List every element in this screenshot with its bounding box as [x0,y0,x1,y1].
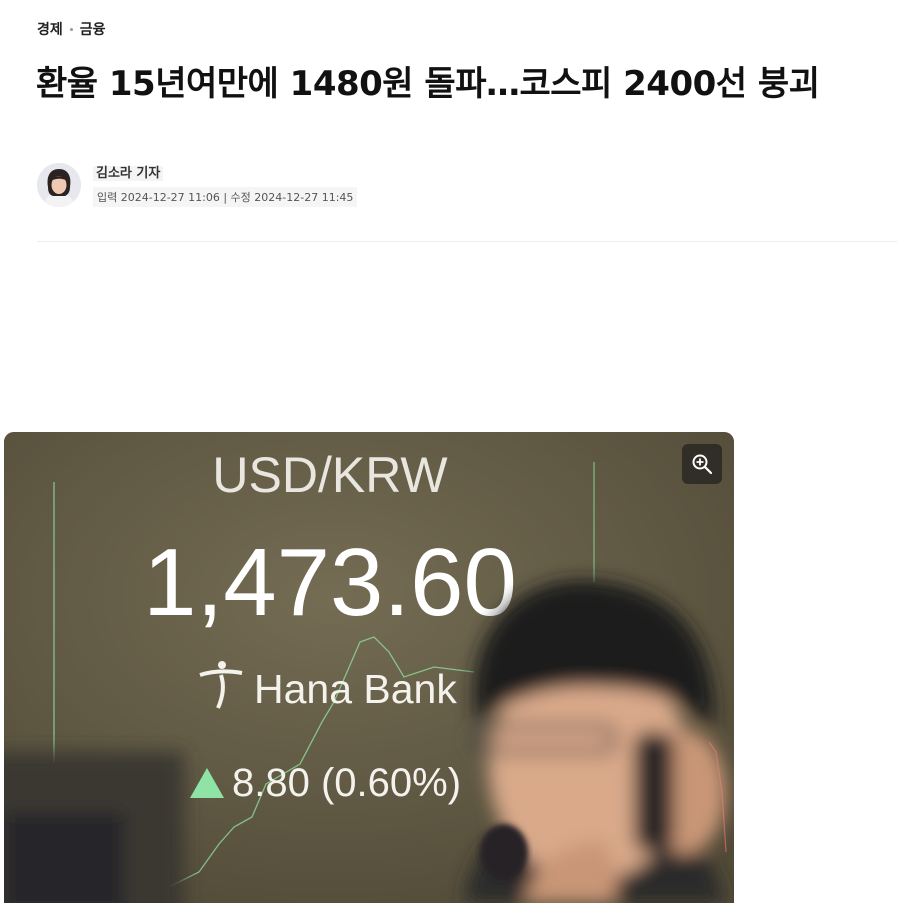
breadcrumb-separator [69,27,73,31]
reporter-avatar[interactable] [37,162,81,207]
foreground-blur-shapes [4,752,184,903]
zoom-in-icon [692,454,713,475]
breadcrumb-section[interactable]: 경제 [37,19,63,39]
article-dates: 입력 2024-12-27 11:06 | 수정 2024-12-27 11:4… [93,187,358,207]
breadcrumb: 경제 금융 [37,19,106,39]
board-exchange-rate: 1,473.60 [143,529,517,636]
article-photo[interactable]: USD/KRW 1,473.60 Hana Bank 8.80 (0.60%) [4,432,734,903]
breadcrumb-subsection[interactable]: 금융 [80,19,106,39]
header-divider [37,241,897,242]
board-bank-name: Hana Bank [254,666,457,712]
board-currency-pair: USD/KRW [212,447,448,503]
article-title: 환율 15년여만에 1480원 돌파…코스피 2400선 붕괴 [36,64,820,104]
board-rate-change: 8.80 (0.60%) [232,761,461,805]
byline: 김소라 기자 입력 2024-12-27 11:06 | 수정 2024-12-… [37,162,358,207]
zoom-button[interactable] [682,444,722,484]
reporter-name[interactable]: 김소라 기자 [93,166,164,181]
